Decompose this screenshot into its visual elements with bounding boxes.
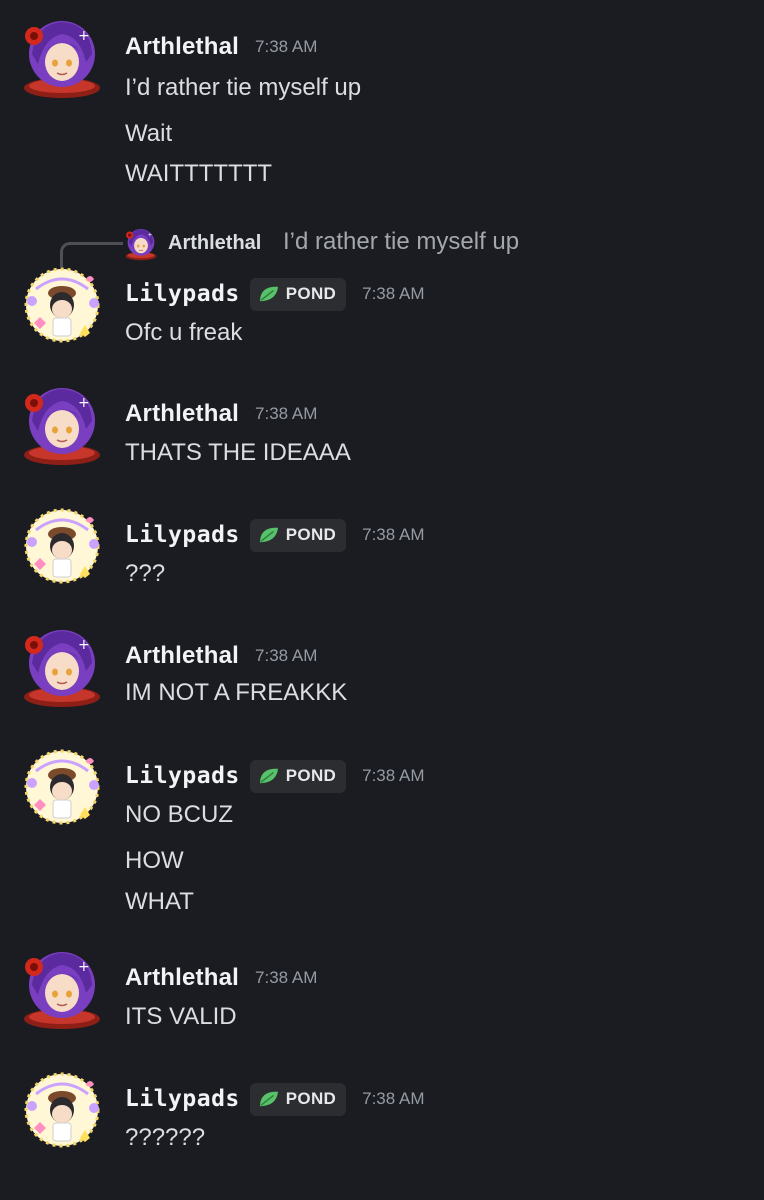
user-avatar-arthlethal[interactable] — [20, 625, 104, 709]
message-header: Lilypads POND 7:38 AM — [125, 277, 425, 311]
message-text: ??? — [125, 560, 166, 587]
message-text: NO BCUZ — [125, 801, 233, 828]
message-text: IM NOT A FREAKKK — [125, 679, 348, 706]
user-avatar-lilypads[interactable] — [20, 1068, 104, 1152]
message-header: Arthlethal 7:38 AM — [125, 399, 317, 429]
guild-tag-label: POND — [285, 766, 337, 785]
timestamp: 7:38 AM — [255, 646, 318, 665]
message-header: Lilypads POND 7:38 AM — [125, 759, 425, 793]
author-name[interactable]: Lilypads — [125, 763, 240, 789]
leaf-icon — [258, 526, 280, 544]
reply-text[interactable]: I’d rather tie myself up — [283, 228, 519, 256]
message-header: Lilypads POND 7:38 AM — [125, 1082, 425, 1116]
user-avatar-lilypads[interactable] — [20, 504, 104, 588]
author-name[interactable]: Lilypads — [125, 281, 240, 307]
guild-tag[interactable]: POND — [249, 518, 347, 552]
guild-tag[interactable]: POND — [249, 1082, 347, 1116]
message-header: Arthlethal 7:38 AM — [125, 641, 317, 671]
guild-tag[interactable]: POND — [249, 277, 347, 311]
timestamp: 7:38 AM — [362, 284, 425, 303]
reply-author[interactable]: Arthlethal — [168, 232, 261, 255]
author-name[interactable]: Arthlethal — [125, 964, 239, 992]
timestamp: 7:38 AM — [362, 525, 425, 544]
message-text: Ofc u freak — [125, 319, 243, 346]
user-avatar-lilypads[interactable] — [20, 263, 104, 347]
timestamp: 7:38 AM — [255, 968, 318, 987]
message-header: Arthlethal 7:38 AM — [125, 963, 317, 993]
message-text: Wait — [125, 120, 173, 147]
message-text: ?????? — [125, 1124, 206, 1151]
timestamp: 7:38 AM — [255, 404, 318, 423]
message-text: HOW — [125, 847, 184, 874]
user-avatar-lilypads[interactable] — [20, 745, 104, 829]
leaf-icon — [258, 285, 280, 303]
author-name[interactable]: Arthlethal — [125, 642, 239, 670]
message-text: I’d rather tie myself up — [125, 74, 362, 101]
author-name[interactable]: Lilypads — [125, 1086, 240, 1112]
reply-reference[interactable]: Arthlethal I’d rather tie myself up — [0, 226, 764, 267]
guild-tag-label: POND — [285, 284, 337, 303]
user-avatar-arthlethal[interactable] — [20, 947, 104, 1031]
author-name[interactable]: Lilypads — [125, 522, 240, 548]
reply-avatar-icon — [124, 227, 158, 261]
message-header: Lilypads POND 7:38 AM — [125, 518, 425, 552]
message-text: ITS VALID — [125, 1003, 237, 1030]
guild-tag-label: POND — [285, 1089, 337, 1108]
author-name[interactable]: Arthlethal — [125, 400, 239, 428]
author-name[interactable]: Arthlethal — [125, 33, 239, 61]
timestamp: 7:38 AM — [362, 1089, 425, 1108]
leaf-icon — [258, 767, 280, 785]
user-avatar-arthlethal[interactable] — [20, 16, 104, 100]
timestamp: 7:38 AM — [362, 766, 425, 785]
user-avatar-arthlethal[interactable] — [20, 383, 104, 467]
timestamp: 7:38 AM — [255, 37, 318, 56]
message-text: THATS THE IDEAAA — [125, 439, 351, 466]
message-header: Arthlethal 7:38 AM — [125, 32, 317, 62]
guild-tag[interactable]: POND — [249, 759, 347, 793]
message-text: WHAT — [125, 888, 194, 915]
message-text: WAITTTTTTT — [125, 160, 273, 187]
leaf-icon — [258, 1090, 280, 1108]
guild-tag-label: POND — [285, 525, 337, 544]
